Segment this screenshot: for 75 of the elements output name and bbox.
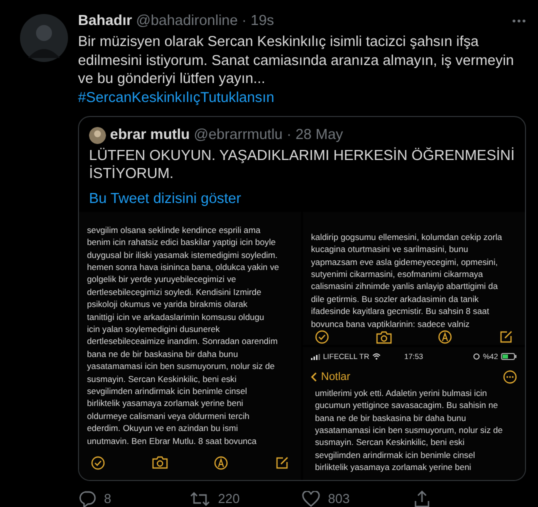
- reply-button[interactable]: [78, 490, 96, 507]
- note-text-line: yasatamamasi icin ben susmuyorum, nolur siz de: [315, 424, 504, 436]
- quoted-tweet-text: LÜTFEN OKUYUN. YAŞADIKLARIMI HERKESİN ÖĞRENMESİNİ İSTİYORUM.: [88, 146, 516, 183]
- retweet-icon: [190, 490, 210, 507]
- more-icon[interactable]: [512, 19, 526, 23]
- note-text-line: birliktelik yasamaya zorlamak yerine beni: [315, 461, 472, 474]
- note-text-line: golgelik bir yerde yuruyebilecegimizi ve: [87, 273, 238, 286]
- camera-icon[interactable]: [152, 456, 168, 470]
- wifi-icon: [372, 353, 382, 360]
- note-text-line: dertlesebilecegimizi soyledi. Kendisini Izmirde: [87, 286, 262, 298]
- checklist-icon[interactable]: [315, 330, 329, 344]
- notes-screenshot[interactable]: [303, 346, 525, 480]
- compose-icon[interactable]: [274, 456, 289, 470]
- lock-rotation-icon: [472, 353, 480, 360]
- user-name[interactable]: Bahadır: [78, 13, 132, 29]
- avatar-icon: [89, 126, 106, 144]
- markup-icon[interactable]: [438, 330, 452, 344]
- note-text-line: bovunca bana vaptiklarinin: sadece valniz: [311, 318, 471, 330]
- note-text-line: susmayin. Sercan Keskinkilic, beni eski: [87, 372, 238, 386]
- share-icon: [414, 490, 430, 507]
- quoted-tweet[interactable]: [78, 116, 526, 481]
- markup-icon[interactable]: [214, 456, 228, 470]
- note-text-line: dertlesebileceaimize inandim. Sonradan oarendim: [87, 335, 279, 348]
- tweet-time: · 28 May: [286, 127, 344, 144]
- hashtag-link[interactable]: #SercanKeskinkılıçTutuklansın: [78, 90, 274, 106]
- like-button[interactable]: [302, 490, 320, 507]
- note-text-line: kucagina oturtmasini ve sarilmasini, bunu: [311, 243, 470, 256]
- note-text-line: psikoloji okumus ve yarida birakmis olarak: [87, 298, 248, 311]
- note-text-line: umitlerimi yok etti. Adaletin yerini bulmasi icin: [315, 386, 488, 400]
- note-text-line: calismasini zihnimde yanlis anlayip abarttigimi da: [311, 280, 499, 293]
- note-text-line: yasatamamasi icin ben susmuyorum, nolur siz de: [87, 360, 276, 373]
- note-text-line: sevgilimden arindirmak icin benimle cinsel: [315, 448, 476, 462]
- user-handle: @ebrarrmutlu: [194, 127, 283, 144]
- compose-icon[interactable]: [498, 330, 513, 344]
- note-text-line: yapmazsam eve asla gidemeyecegimi, opmesini,: [311, 256, 499, 268]
- signal-icon: [311, 354, 320, 360]
- user-name: ebrar mutlu: [110, 127, 190, 144]
- action-count: 803: [328, 491, 350, 506]
- note-text-line: dile getirmis. Bu sozler arkadasimin da tanik: [311, 292, 480, 306]
- note-text-line: gucumun yettigince savasacagim. Bu sahisin ne: [315, 399, 499, 412]
- back-icon: [311, 372, 317, 382]
- show-thread-link[interactable]: Bu Tweet dizisini göster: [89, 190, 242, 207]
- note-text-line: hemen sonra hava isininca bana, oldukca yakin ve: [87, 261, 280, 274]
- notes-screenshot[interactable]: [79, 212, 301, 480]
- note-text-line: kaldirip gogsumu ellemesini, kolumdan cekip zorla: [311, 230, 504, 244]
- note-text-line: oldurmeye calismani veya oldurmeni tercih: [87, 410, 250, 422]
- checklist-icon[interactable]: [91, 456, 105, 470]
- tweet-time[interactable]: · 19s: [242, 13, 274, 29]
- note-text-line: bana ne de bir baskasina bir daha bunu: [315, 412, 467, 424]
- back-button[interactable]: Notlar: [311, 370, 350, 383]
- reply-icon: [78, 490, 96, 507]
- note-text-line: sevgilimden arindirmak icin benimle cinsel: [87, 385, 248, 398]
- more-icon[interactable]: [503, 370, 517, 384]
- action-count: 220: [218, 491, 240, 506]
- camera-icon[interactable]: [376, 330, 392, 344]
- note-text-line: benim icin rahatsiz edici baskilar yaptigi icin boyle: [87, 236, 277, 249]
- tweet-text: Bir müzisyen olarak Sercan Keskinkılıç isimli tacizci şahsın ifşa edilmesini istiyorum. Sanat camiasında aranıza almayın, iş vermeyin ve bu gönderiyi lütfen yayın...: [78, 33, 515, 89]
- retweet-button[interactable]: [190, 490, 210, 507]
- note-text-line: sevgilim olsana seklinde kendince esprili ama: [87, 224, 262, 236]
- user-handle[interactable]: @bahadironline: [136, 13, 238, 29]
- heart-icon: [302, 490, 320, 507]
- note-text-line: susmayin. Sercan Keskinkilic, beni eski: [315, 436, 466, 449]
- note-text-line: bana ne de bir baskasina bir daha bunu: [87, 348, 239, 360]
- note-text-line: duygusal bir iliski yasamak istemedigimi soyledim.: [87, 248, 279, 261]
- battery-icon: [501, 353, 517, 360]
- note-text-line: sutyenimi cikarmasini, esofmanimi cikarmaya: [311, 268, 484, 280]
- note-text-line: ifadesinde kayitlara gecmistir. Bu sahsin 8 saat: [311, 305, 490, 318]
- notes-screenshot[interactable]: [303, 212, 525, 345]
- note-text-line: unutmavin. Ben Ebrar Mutlu. 8 saat bovunca: [87, 434, 258, 448]
- action-count: 8: [104, 491, 112, 506]
- note-text-line: ederdim. Okuyun ve en azindan bu ismi: [87, 422, 239, 435]
- share-button[interactable]: [414, 490, 430, 507]
- note-text-line: tanittigi icin ve arkadaslarimin komsusu oldugu: [87, 310, 266, 324]
- note-text-line: icin yalan soylemedigini dusunerek: [87, 323, 221, 336]
- note-text-line: birliktelik yasamaya zorlamak yerine beni: [87, 397, 244, 410]
